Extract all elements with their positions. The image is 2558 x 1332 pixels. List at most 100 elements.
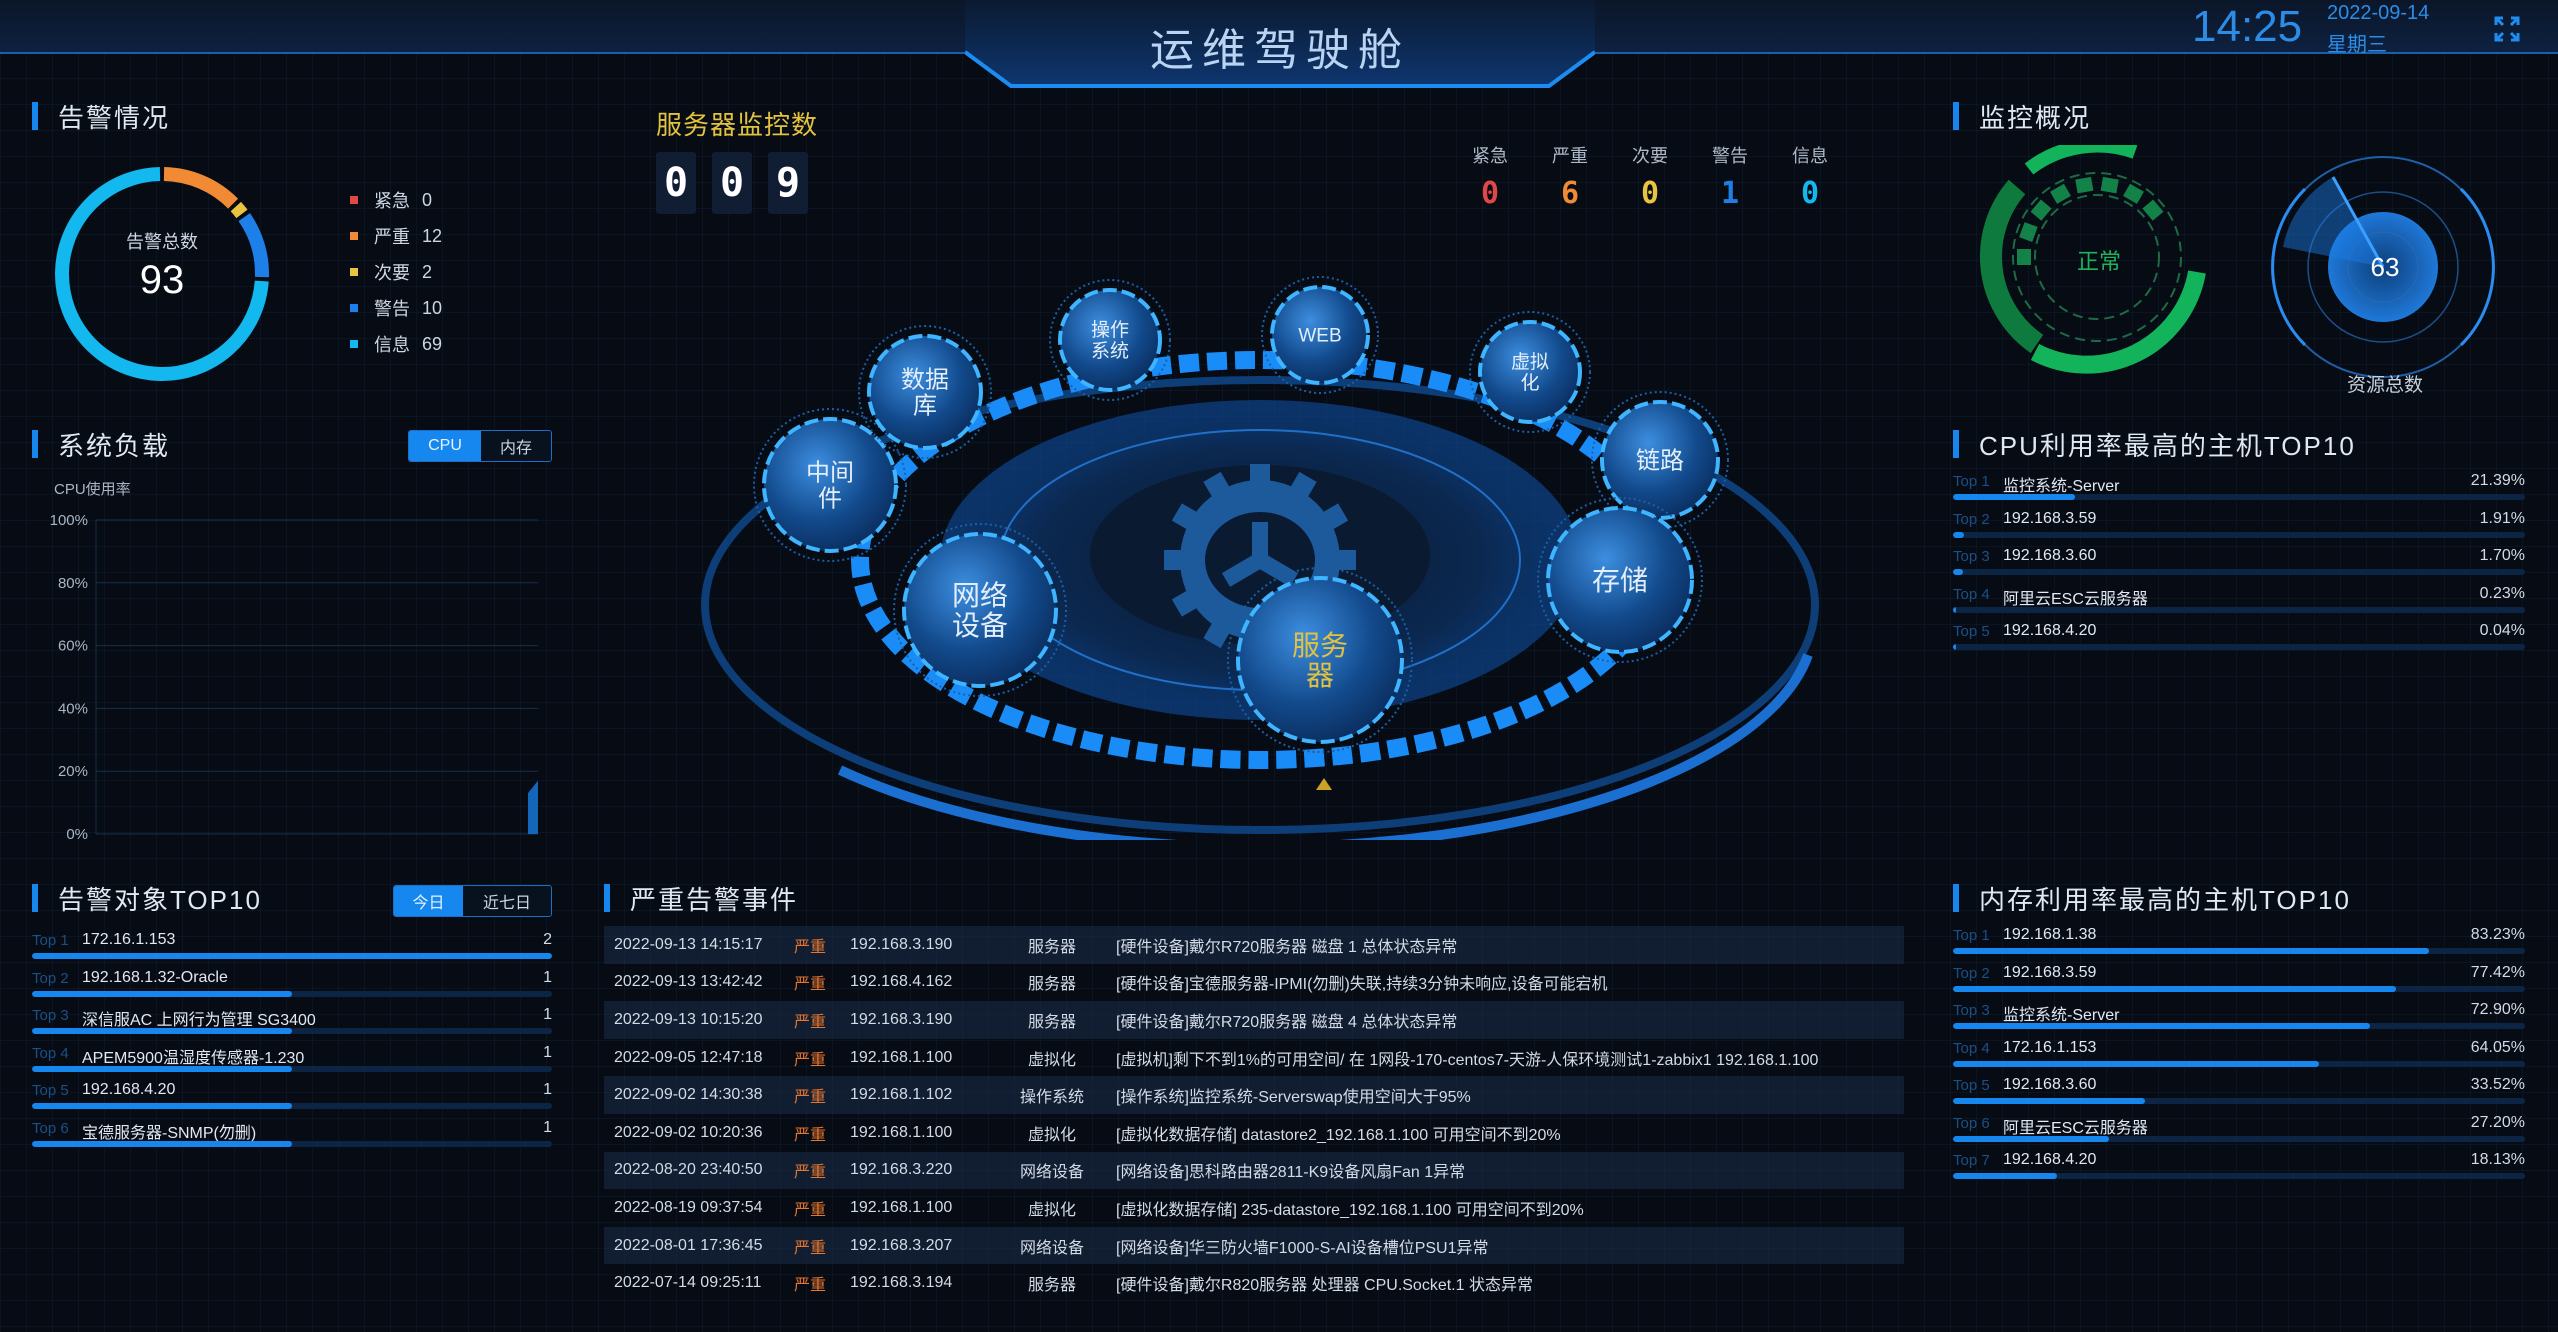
host-name: 宝德服务器-SNMP(勿删) — [82, 1124, 257, 1142]
event-row[interactable]: 2022-07-14 09:25:11 严重 192.168.3.194 服务器 [硬件… — [604, 1264, 1904, 1302]
event-description: [虚拟化数据存储] 235-datastore_192.168.1.100 可用… — [1116, 1201, 1584, 1219]
event-description: [虚拟化数据存储] datastore2_192.168.1.100 可用空间不… — [1116, 1126, 1561, 1144]
tab-cpu[interactable]: CPU — [409, 431, 481, 461]
event-ip: 192.168.1.100 — [850, 1198, 953, 1216]
event-row[interactable]: 2022-08-19 09:37:54 严重 192.168.1.100 虚拟化 [虚拟… — [604, 1189, 1904, 1227]
list-item[interactable]: Top 6 宝德服务器-SNMP(勿删) 1 — [32, 1118, 552, 1156]
event-type: 服务器 — [1027, 976, 1076, 994]
category-node[interactable]: WEB — [1261, 276, 1379, 394]
host-name: 阿里云ESC云服务器 — [2003, 590, 2148, 608]
list-item[interactable]: Top 2 192.168.3.59 1.91% — [1953, 509, 2525, 547]
list-item[interactable]: Top 3 深信服AC 上网行为管理 SG3400 1 — [32, 1005, 552, 1043]
event-row[interactable]: 2022-09-02 10:20:36 严重 192.168.1.100 虚拟化 [虚拟… — [604, 1114, 1904, 1152]
donut-slice — [163, 167, 239, 209]
list-item[interactable]: Top 1 监控系统-Server 21.39% — [1953, 471, 2525, 509]
event-row[interactable]: 2022-09-02 14:30:38 严重 192.168.1.102 操作系统 [操… — [604, 1076, 1904, 1114]
list-item[interactable]: Top 6 阿里云ESC云服务器 27.20% — [1953, 1113, 2525, 1151]
tab-today[interactable]: 今日 — [394, 886, 464, 916]
list-item[interactable]: Top 7 192.168.4.20 18.13% — [1953, 1150, 2525, 1188]
progress-fill — [32, 1140, 292, 1147]
rank-label: Top 3 — [1953, 1002, 1990, 1019]
progress-track — [1953, 644, 2525, 650]
rank-label: Top 1 — [1953, 473, 1990, 490]
resource-total-value: 63 — [2370, 252, 2400, 282]
list-item[interactable]: Top 3 监控系统-Server 72.90% — [1953, 1000, 2525, 1038]
event-row[interactable]: 2022-09-13 14:15:17 严重 192.168.3.190 服务器 [硬件… — [604, 926, 1904, 964]
progress-fill — [1953, 985, 2396, 992]
event-row[interactable]: 2022-09-05 12:47:18 严重 192.168.1.100 虚拟化 [虚拟… — [604, 1039, 1904, 1077]
list-item[interactable]: Top 4 阿里云ESC云服务器 0.23% — [1953, 584, 2525, 622]
event-severity: 严重 — [794, 1201, 827, 1219]
section-title-alarm: 告警情况 — [32, 101, 170, 133]
fullscreen-expand-icon[interactable] — [2494, 16, 2520, 42]
event-row[interactable]: 2022-08-01 17:36:45 严重 192.168.3.207 网络设备 [网… — [604, 1226, 1904, 1265]
event-description: [硬件设备]宝德服务器-IPMI(勿删)失联,持续3分钟未响应,设备可能宕机 — [1116, 976, 1608, 994]
host-name: 192.168.3.60 — [2003, 547, 2097, 564]
event-ip: 192.168.3.190 — [850, 1010, 953, 1028]
event-description: [操作系统]监控系统-Serverswap使用空间大于95% — [1116, 1089, 1471, 1107]
event-row[interactable]: 2022-09-13 13:42:42 严重 192.168.4.162 服务器 [硬件… — [604, 964, 1904, 1002]
tab-last-seven-days[interactable]: 近七日 — [463, 886, 551, 916]
event-severity: 严重 — [794, 938, 827, 956]
event-row[interactable]: 2022-08-20 23:40:50 严重 192.168.3.220 网络设备 [网… — [604, 1151, 1904, 1190]
rank-label: Top 5 — [32, 1082, 69, 1099]
server-count-digit: 9 — [768, 152, 808, 214]
event-type: 虚拟化 — [1027, 1126, 1076, 1144]
progress-track — [32, 1140, 552, 1147]
category-node-label: 库 — [913, 392, 937, 419]
progress-track — [32, 1065, 552, 1072]
metric-value: 18.13% — [2470, 1151, 2525, 1168]
category-node[interactable]: 虚拟化 — [1469, 311, 1591, 433]
progress-fill — [32, 1065, 292, 1072]
category-node-label: 化 — [1520, 372, 1539, 394]
event-type: 虚拟化 — [1027, 1201, 1076, 1219]
list-item[interactable]: Top 1 172.16.1.153 2 — [32, 930, 552, 968]
y-tick-label: 40% — [58, 700, 88, 717]
tab-memory[interactable]: 内存 — [480, 431, 551, 461]
event-time: 2022-08-20 23:40:50 — [614, 1161, 763, 1179]
progress-fill — [1953, 1060, 2320, 1067]
metric-value: 0.23% — [2479, 584, 2525, 602]
event-time: 2022-07-14 09:25:11 — [614, 1274, 762, 1292]
list-item[interactable]: Top 1 192.168.1.38 83.23% — [1953, 925, 2525, 963]
event-time: 2022-09-02 14:30:38 — [614, 1086, 763, 1104]
y-tick-label: 80% — [58, 575, 88, 592]
host-name: 192.168.1.32-Oracle — [82, 968, 228, 986]
metric-value: 1 — [543, 1006, 552, 1023]
event-description: [网络设备]华三防火墙F1000-S-AI设备槽位PSU1异常 — [1116, 1239, 1489, 1257]
host-name: 172.16.1.153 — [2003, 1038, 2097, 1056]
list-item[interactable]: Top 5 192.168.4.20 0.04% — [1953, 621, 2525, 659]
legend-item-info: 信息 69 — [350, 326, 442, 362]
list-item[interactable]: Top 5 192.168.3.60 33.52% — [1953, 1075, 2525, 1113]
rank-label: Top 1 — [1953, 927, 1990, 944]
progress-fill — [1953, 1173, 2057, 1179]
event-row[interactable]: 2022-09-13 10:15:20 严重 192.168.3.190 服务器 [硬件… — [604, 1001, 1904, 1039]
list-item[interactable]: Top 4 APEM5900温湿度传感器-1.230 1 — [32, 1043, 552, 1081]
host-name: 192.168.4.20 — [2003, 622, 2097, 639]
category-node[interactable]: 存储 — [1537, 497, 1703, 663]
progress-track — [32, 953, 552, 959]
clock-date: 2022-09-14 — [2327, 2, 2430, 24]
event-type: 服务器 — [1027, 938, 1076, 956]
server-monitor-title: 服务器监控数 — [656, 110, 819, 140]
monitoring-category-diagram: 操作系统WEB虚拟化链路存储服务器网络设备中间件数据库 — [701, 276, 1819, 840]
section-title-cpu-top: CPU利用率最高的主机TOP10 — [1953, 429, 2356, 461]
severity-count-minor: 次要 0 — [1632, 146, 1668, 211]
host-name: 192.168.3.60 — [2003, 1076, 2097, 1093]
category-node[interactable]: 数据库 — [858, 325, 992, 459]
list-item[interactable]: Top 5 192.168.4.20 1 — [32, 1080, 552, 1118]
list-item[interactable]: Top 3 192.168.3.60 1.70% — [1953, 546, 2525, 584]
list-item[interactable]: Top 2 192.168.3.59 77.42% — [1953, 963, 2525, 1001]
event-time: 2022-08-01 17:36:45 — [614, 1236, 763, 1254]
system-load-toggle: CPU 内存 — [408, 430, 552, 462]
y-tick-label: 100% — [50, 512, 88, 529]
host-name: 192.168.3.59 — [2003, 509, 2097, 527]
legend-item-critical: 严重 12 — [350, 218, 442, 254]
rank-label: Top 6 — [32, 1119, 69, 1137]
list-item[interactable]: Top 4 172.16.1.153 64.05% — [1953, 1038, 2525, 1076]
event-description: [虚拟机]剩下不到1%的可用空间/ 在 1网段-170-centos7-天游-人… — [1116, 1051, 1819, 1069]
list-item[interactable]: Top 2 192.168.1.32-Oracle 1 — [32, 968, 552, 1006]
metric-value: 64.05% — [2470, 1038, 2525, 1056]
severity-count-info: 信息 0 — [1792, 146, 1828, 211]
event-type: 网络设备 — [1019, 1239, 1084, 1257]
